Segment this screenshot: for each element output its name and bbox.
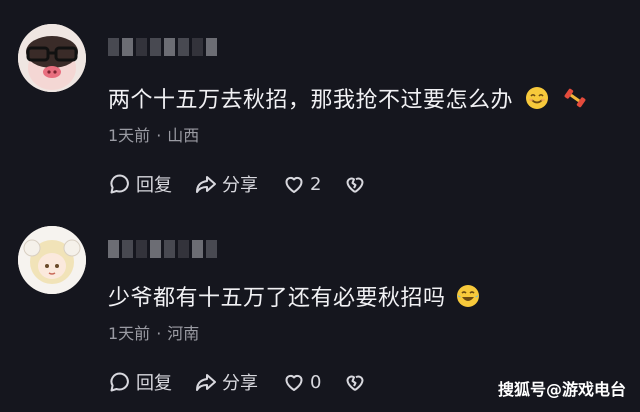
share-arrow-icon (194, 172, 218, 196)
comment-actions: 回复 分享 2 (108, 171, 367, 197)
username-redacted[interactable] (108, 36, 217, 58)
speech-bubble-icon (108, 172, 132, 196)
comment-text: 少爷都有十五万了还有必要秋招吗 (108, 280, 480, 312)
comment-time: 1天前 (108, 126, 151, 145)
laugh-cry-icon (456, 284, 480, 308)
comment-body: 两个十五万去秋招，那我抢不过要怎么办 (108, 88, 514, 113)
comment-text: 两个十五万去秋招，那我抢不过要怎么办 (108, 82, 587, 114)
like-count: 0 (310, 371, 322, 393)
smile-icon (525, 86, 549, 110)
comment-meta: 1天前 · 山西 (108, 122, 199, 146)
like-count: 2 (310, 173, 322, 195)
like-button[interactable]: 2 (282, 172, 321, 196)
comment-actions: 回复 分享 0 (108, 369, 367, 395)
broken-heart-icon (343, 370, 367, 394)
avatar[interactable] (18, 24, 86, 92)
share-button[interactable]: 分享 (194, 369, 258, 395)
heart-icon (282, 172, 306, 196)
comment-location: 河南 (167, 324, 200, 343)
comment-location: 山西 (167, 126, 200, 145)
dislike-button[interactable] (343, 370, 367, 394)
comment-time: 1天前 (108, 324, 151, 343)
watermark: 搜狐号@游戏电台 (497, 380, 626, 399)
avatar[interactable] (18, 226, 86, 294)
username-redacted[interactable] (108, 238, 217, 260)
dislike-button[interactable] (343, 172, 367, 196)
speech-bubble-icon (108, 370, 132, 394)
reply-button[interactable]: 回复 (108, 171, 172, 197)
share-arrow-icon (194, 370, 218, 394)
comment-list: 两个十五万去秋招，那我抢不过要怎么办 1天前 · 山西 回复 分享 2 少爷都有… (0, 0, 640, 412)
share-label: 分享 (222, 373, 258, 394)
share-label: 分享 (222, 175, 258, 196)
comment-meta: 1天前 · 河南 (108, 320, 199, 344)
share-button[interactable]: 分享 (194, 171, 258, 197)
like-button[interactable]: 0 (282, 370, 321, 394)
comment-body: 少爷都有十五万了还有必要秋招吗 (108, 286, 446, 311)
heart-icon (282, 370, 306, 394)
reply-button[interactable]: 回复 (108, 369, 172, 395)
reply-label: 回复 (136, 175, 172, 196)
reply-label: 回复 (136, 373, 172, 394)
meta-separator: · (156, 126, 162, 145)
dumbbell-icon (563, 86, 587, 110)
broken-heart-icon (343, 172, 367, 196)
meta-separator: · (156, 324, 162, 343)
